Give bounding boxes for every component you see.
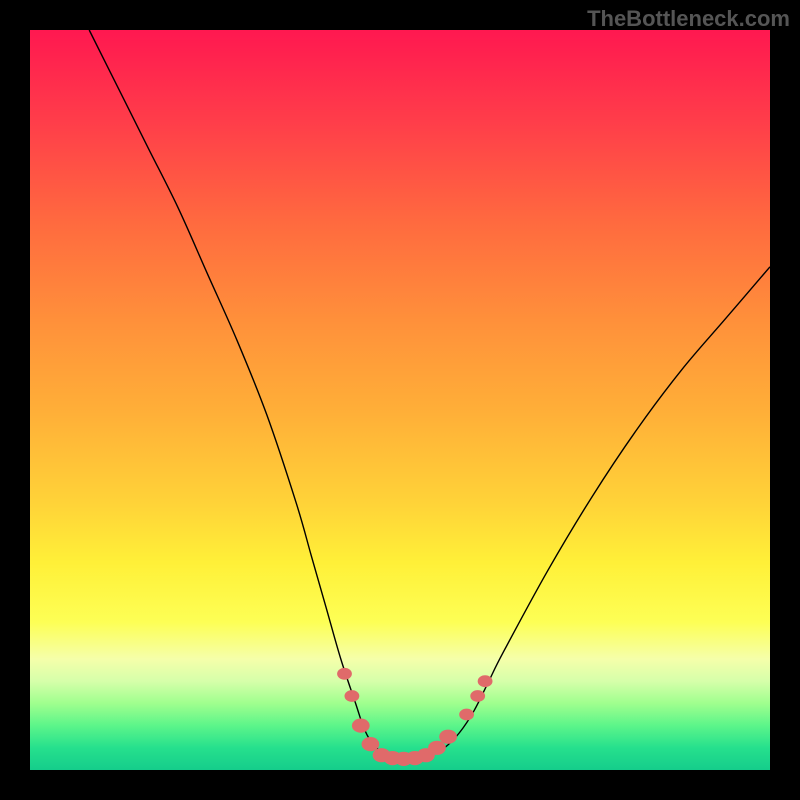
curve-marker <box>478 675 493 687</box>
curve-svg <box>30 30 770 770</box>
watermark-text: TheBottleneck.com <box>587 6 790 32</box>
bottleneck-curve <box>89 30 770 759</box>
curve-marker <box>459 709 474 721</box>
curve-marker <box>439 730 457 744</box>
curve-marker <box>470 690 485 702</box>
curve-marker <box>428 741 446 755</box>
curve-marker <box>352 718 370 732</box>
curve-marker <box>362 737 380 751</box>
chart-frame: TheBottleneck.com <box>0 0 800 800</box>
curve-marker <box>337 668 352 680</box>
plot-area <box>30 30 770 770</box>
curve-marker <box>345 690 360 702</box>
